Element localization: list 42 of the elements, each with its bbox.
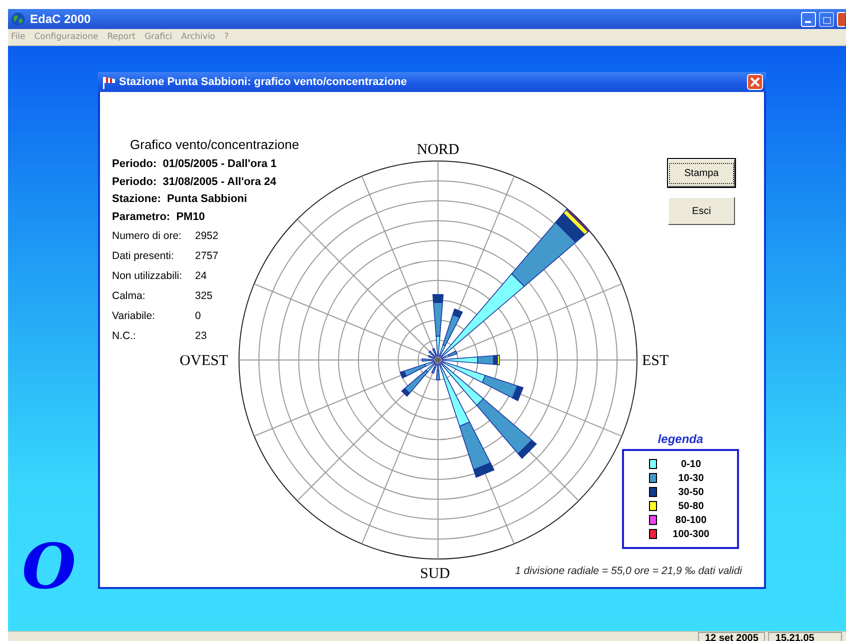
legend-label: 10-30 bbox=[677, 472, 705, 484]
restore-button[interactable] bbox=[819, 12, 834, 26]
print-button[interactable]: Stampa bbox=[668, 159, 735, 187]
stat-label: Non utilizzabili: bbox=[112, 269, 184, 284]
legend-title: legenda bbox=[658, 432, 704, 446]
direction-label: NORD bbox=[416, 142, 460, 158]
legend-label: 50-80 bbox=[677, 500, 705, 512]
stat-label: Numero di ore: bbox=[112, 229, 182, 244]
direction-label: EST bbox=[642, 353, 669, 369]
legend-label: 80-100 bbox=[674, 514, 708, 526]
stat-label: Dati presenti: bbox=[112, 249, 175, 264]
info-line: Parametro: PM10 bbox=[112, 210, 206, 224]
stat-value: 325 bbox=[195, 289, 213, 304]
stat-label: Variabile: bbox=[112, 309, 156, 324]
minimize-button[interactable] bbox=[801, 12, 816, 26]
app-title: EdaC 2000 bbox=[30, 12, 91, 26]
legend-label: 100-300 bbox=[672, 528, 710, 540]
info-line: Stazione: Punta Sabbioni bbox=[112, 192, 248, 207]
legend-label: 0-10 bbox=[680, 458, 702, 470]
info-line: Periodo: 31/08/2005 - All'ora 24 bbox=[112, 174, 278, 190]
globe-icon bbox=[11, 12, 25, 26]
stat-value: 0 bbox=[195, 309, 201, 324]
exit-button[interactable]: Esci bbox=[668, 197, 735, 225]
footnote: 1 divisione radiale = 55,0 ore = 21,9 ‰ dati validi bbox=[514, 565, 742, 577]
stat-label: Calma: bbox=[112, 289, 146, 304]
stat-value: 2757 bbox=[195, 249, 218, 264]
stat-label: N.C.: bbox=[112, 329, 137, 344]
direction-label: OVEST bbox=[180, 353, 228, 369]
stat-value: 23 bbox=[195, 329, 207, 344]
close-button[interactable] bbox=[837, 12, 845, 26]
logo: O bbox=[22, 536, 76, 598]
dialog-title: Stazione Punta Sabbioni: grafico vento/concentrazione bbox=[119, 76, 407, 88]
status-time: 15.21.05 bbox=[768, 632, 842, 641]
chart-heading: Grafico vento/concentrazione bbox=[130, 136, 300, 154]
close-button[interactable] bbox=[747, 74, 763, 90]
windsock-icon bbox=[102, 76, 116, 88]
stat-value: 2952 bbox=[195, 229, 218, 244]
info-line: Periodo: 01/05/2005 - Dall'ora 1 bbox=[112, 157, 278, 172]
stat-value: 24 bbox=[195, 269, 207, 284]
status-date: 12 set 2005 bbox=[698, 632, 766, 641]
direction-label: SUD bbox=[420, 566, 450, 582]
legend-label: 30-50 bbox=[677, 486, 705, 498]
